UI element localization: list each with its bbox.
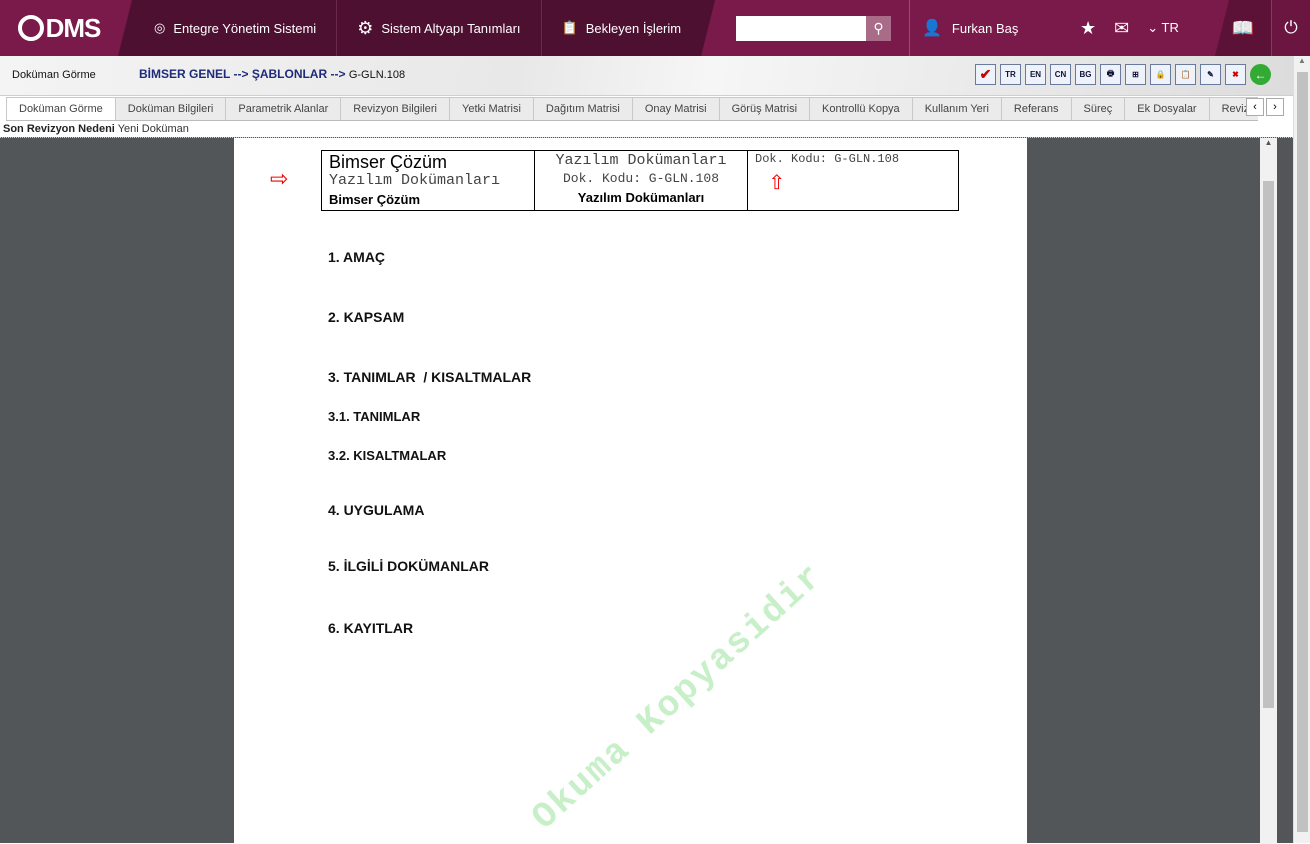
- search-icon: ⚲: [873, 20, 884, 36]
- scroll-thumb[interactable]: [1263, 181, 1274, 708]
- sub-header: Doküman Görme BİMSER GENEL --> ŞABLONLAR…: [0, 56, 1293, 96]
- tab-revizyon-bilgileri[interactable]: Revizyon Bilgileri: [341, 97, 450, 120]
- nav-entegre-yonetim[interactable]: ◎ Entegre Yönetim Sistemi: [134, 0, 337, 56]
- breadcrumb-sep: -->: [330, 67, 346, 81]
- tab-bar: Doküman Görme Doküman Bilgileri Parametrik…: [6, 97, 1258, 121]
- document-viewer: ⇨ Bimser Çözüm Yazılım Dokümanları Bimse…: [0, 137, 1293, 844]
- tab-yetki-matrisi[interactable]: Yetki Matrisi: [450, 97, 534, 120]
- language-selector[interactable]: ⌄ TR: [1147, 20, 1179, 36]
- breadcrumb: BİMSER GENEL --> ŞABLONLAR --> G-GLN.108: [139, 67, 405, 81]
- chevron-right-icon: ›: [1273, 101, 1277, 113]
- nav-label: Bekleyen İşlerim: [585, 20, 682, 36]
- qdms-logo[interactable]: DMS: [0, 0, 118, 56]
- logout-button[interactable]: ⏻: [1271, 0, 1310, 56]
- search-input[interactable]: [736, 16, 866, 41]
- mail-icon[interactable]: ✉: [1114, 18, 1129, 39]
- watermark: Okuma Kopyasidir: [524, 555, 833, 839]
- doc-category: Yazılım Dokümanları: [329, 172, 501, 189]
- edit-document-icon[interactable]: ✎: [1200, 64, 1221, 85]
- subsection-heading: 3.2. KISALTMALAR: [328, 448, 447, 463]
- doc-code: Dok. Kodu: G-GLN.108: [562, 171, 720, 186]
- scroll-thumb[interactable]: [1297, 72, 1308, 832]
- locked-print-icon[interactable]: 🔒: [1150, 64, 1171, 85]
- revision-value: Yeni Doküman: [117, 123, 189, 135]
- lang-en-button[interactable]: EN: [1025, 64, 1046, 85]
- nav-label: Sistem Altyapı Tanımları: [381, 20, 521, 36]
- print-icon[interactable]: 🖶: [1100, 64, 1121, 85]
- tab-scroll-right[interactable]: ›: [1266, 98, 1284, 116]
- star-icon[interactable]: ★: [1080, 18, 1096, 39]
- tab-ek-dosyalar[interactable]: Ek Dosyalar: [1125, 97, 1210, 120]
- page-scrollbar[interactable]: ▲: [1293, 56, 1310, 843]
- arrow-up-annotation: ⇨: [765, 173, 788, 190]
- delete-document-icon[interactable]: ✖: [1225, 64, 1246, 85]
- doc-code: Dok. Kodu: G-GLN.108: [755, 152, 900, 166]
- tab-onay-matrisi[interactable]: Onay Matrisi: [632, 97, 720, 120]
- q-icon: ◎: [154, 20, 166, 35]
- chevron-left-icon: ‹: [1253, 101, 1257, 113]
- revision-reason: Son Revizyon Nedeni Yeni Doküman: [3, 123, 189, 135]
- user-name: Furkan Baş: [951, 20, 1019, 36]
- page-title: Doküman Görme: [12, 69, 96, 81]
- section-heading: 6. KAYITLAR: [328, 620, 414, 636]
- section-heading: 5. İLGİLİ DOKÜMANLAR: [328, 558, 489, 574]
- section-heading: 4. UYGULAMA: [328, 502, 425, 518]
- nav-bekleyen-islerim[interactable]: 📋 Bekleyen İşlerim: [542, 0, 702, 56]
- breadcrumb-sep: -->: [233, 67, 249, 81]
- toolbar: ✔ TR EN CN BG 🖶 ⊞ 🔒 📋 ✎ ✖ ←: [975, 64, 1271, 85]
- viewer-scrollbar[interactable]: ▲: [1260, 138, 1277, 844]
- tab-doküman-görme[interactable]: Doküman Görme: [6, 97, 116, 120]
- tab-parametrik-alanlar[interactable]: Parametrik Alanlar: [226, 97, 342, 120]
- breadcrumb-item[interactable]: BİMSER GENEL: [139, 67, 230, 81]
- document-header-table: Bimser Çözüm Yazılım Dokümanları Bimser …: [321, 150, 959, 211]
- back-icon[interactable]: ←: [1250, 64, 1271, 85]
- tab-scroll-left[interactable]: ‹: [1246, 98, 1264, 116]
- tab-doküman-bilgileri[interactable]: Doküman Bilgileri: [115, 97, 227, 120]
- doc-category: Yazılım Dokümanları: [555, 152, 727, 169]
- language-label: TR: [1161, 20, 1179, 35]
- book-icon: 📖: [1231, 17, 1255, 38]
- user-icon: 👤: [922, 20, 942, 37]
- lang-bg-button[interactable]: BG: [1075, 64, 1096, 85]
- user-menu[interactable]: 👤 Furkan Baş: [909, 0, 1018, 56]
- nav-label: Entegre Yönetim Sistemi: [173, 20, 317, 36]
- tab-referans[interactable]: Referans: [1001, 97, 1072, 120]
- lang-cn-button[interactable]: CN: [1050, 64, 1071, 85]
- add-print-icon[interactable]: ⊞: [1125, 64, 1146, 85]
- subsection-heading: 3.1. TANIMLAR: [328, 409, 421, 424]
- company-name: Bimser Çözüm: [329, 152, 448, 172]
- tab-süreç[interactable]: Süreç: [1071, 97, 1126, 120]
- clipboard-icon: 📋: [561, 20, 578, 35]
- clipboard-icon[interactable]: 📋: [1175, 64, 1196, 85]
- tab-görüş-matrisi[interactable]: Görüş Matrisi: [719, 97, 811, 120]
- breadcrumb-doc-code: G-GLN.108: [348, 69, 406, 81]
- section-heading: 3. TANIMLAR / KISALTMALAR: [328, 369, 532, 385]
- doc-category-bold: Yazılım Dokümanları: [577, 190, 705, 205]
- nav-sistem-altyapi[interactable]: ⚙ Sistem Altyapı Tanımları: [337, 0, 541, 56]
- document-page: ⇨ Bimser Çözüm Yazılım Dokümanları Bimse…: [234, 138, 1027, 844]
- company-name-bold: Bimser Çözüm: [329, 192, 421, 207]
- section-heading: 2. KAPSAM: [328, 309, 405, 325]
- power-icon: ⏻: [1284, 18, 1298, 37]
- tab-kullanım-yeri[interactable]: Kullanım Yeri: [912, 97, 1002, 120]
- lang-tr-button[interactable]: TR: [1000, 64, 1021, 85]
- gear-icon: ⚙: [357, 17, 374, 38]
- revision-label: Son Revizyon Nedeni: [3, 123, 115, 135]
- arrow-right-annotation: ⇨: [270, 166, 289, 191]
- search-button[interactable]: ⚲: [866, 16, 891, 41]
- logo-text: DMS: [45, 12, 102, 43]
- search-box: ⚲: [736, 16, 891, 41]
- tab-kontrollü-kopya[interactable]: Kontrollü Kopya: [810, 97, 913, 120]
- breadcrumb-item[interactable]: ŞABLONLAR: [252, 67, 327, 81]
- tab-dağıtım-matrisi[interactable]: Dağıtım Matrisi: [533, 97, 633, 120]
- section-heading: 1. AMAÇ: [328, 249, 386, 265]
- checkbox-approve-icon[interactable]: ✔: [975, 64, 996, 85]
